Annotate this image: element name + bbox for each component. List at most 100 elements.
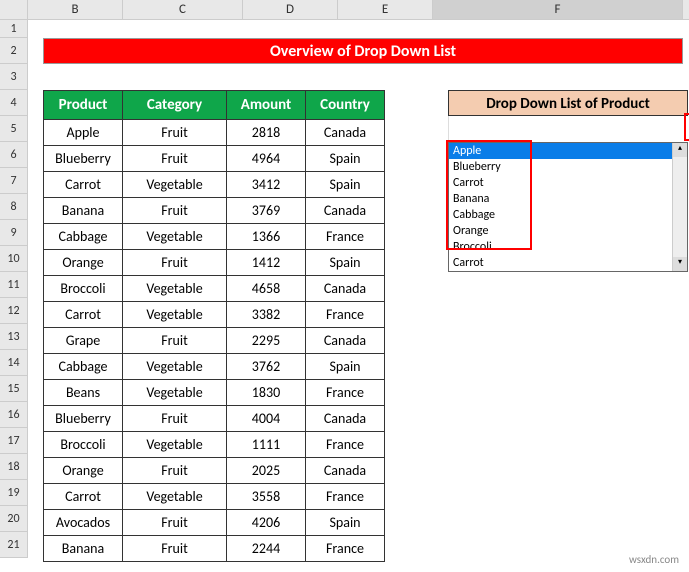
table-row[interactable]: BroccoliVegetable4658Canada xyxy=(44,276,385,302)
row-header[interactable]: 2 xyxy=(0,38,27,64)
cell-amount[interactable]: 4964 xyxy=(227,146,306,172)
cell-product[interactable]: Blueberry xyxy=(44,146,123,172)
table-row[interactable]: CarrotVegetable3558France xyxy=(44,484,385,510)
cell-product[interactable]: Avocados xyxy=(44,510,123,536)
table-row[interactable]: CarrotVegetable3412Spain xyxy=(44,172,385,198)
col-header[interactable]: D xyxy=(243,0,338,19)
dropdown-item[interactable]: Banana xyxy=(449,191,687,207)
cell-category[interactable]: Vegetable xyxy=(123,276,227,302)
cell-product[interactable]: Carrot xyxy=(44,484,123,510)
cell-country[interactable]: Canada xyxy=(306,276,385,302)
cell-product[interactable]: Carrot xyxy=(44,302,123,328)
cell-category[interactable]: Fruit xyxy=(123,328,227,354)
cell-amount[interactable]: 3412 xyxy=(227,172,306,198)
row-header[interactable]: 5 xyxy=(0,116,27,142)
row-header[interactable]: 6 xyxy=(0,142,27,168)
row-header[interactable]: 7 xyxy=(0,168,27,194)
cell-category[interactable]: Fruit xyxy=(123,146,227,172)
cell-amount[interactable]: 1412 xyxy=(227,250,306,276)
cell-product[interactable]: Beans xyxy=(44,380,123,406)
scroll-up-icon[interactable]: ▴ xyxy=(673,143,687,157)
cell-country[interactable]: France xyxy=(306,380,385,406)
cell-product[interactable]: Banana xyxy=(44,198,123,224)
cell-country[interactable]: Spain xyxy=(306,250,385,276)
row-header[interactable]: 3 xyxy=(0,64,27,90)
cell-amount[interactable]: 3382 xyxy=(227,302,306,328)
cell-country[interactable]: Spain xyxy=(306,354,385,380)
cell-country[interactable]: France xyxy=(306,484,385,510)
cell-country[interactable]: Spain xyxy=(306,146,385,172)
cell-product[interactable]: Apple xyxy=(44,120,123,146)
cell-amount[interactable]: 3769 xyxy=(227,198,306,224)
cell-category[interactable]: Vegetable xyxy=(123,224,227,250)
row-header[interactable]: 4 xyxy=(0,90,27,116)
dropdown-item[interactable]: Apple xyxy=(449,143,687,159)
cell-product[interactable]: Orange xyxy=(44,250,123,276)
cell-category[interactable]: Fruit xyxy=(123,406,227,432)
cell-amount[interactable]: 1366 xyxy=(227,224,306,250)
row-header[interactable]: 21 xyxy=(0,532,27,558)
cell-category[interactable]: Fruit xyxy=(123,198,227,224)
cell-amount[interactable]: 4004 xyxy=(227,406,306,432)
table-row[interactable]: BlueberryFruit4964Spain xyxy=(44,146,385,172)
cell-country[interactable]: Spain xyxy=(306,172,385,198)
cell-amount[interactable]: 1830 xyxy=(227,380,306,406)
cell-category[interactable]: Vegetable xyxy=(123,432,227,458)
dropdown-item[interactable]: Cabbage xyxy=(449,207,687,223)
cell-amount[interactable]: 2295 xyxy=(227,328,306,354)
cell-product[interactable]: Cabbage xyxy=(44,354,123,380)
row-header[interactable]: 8 xyxy=(0,194,27,220)
row-header[interactable]: 17 xyxy=(0,428,27,454)
table-row[interactable]: AppleFruit2818Canada xyxy=(44,120,385,146)
cell-country[interactable]: France xyxy=(306,432,385,458)
dropdown-cell[interactable] xyxy=(448,116,688,142)
cell-product[interactable]: Carrot xyxy=(44,172,123,198)
cell-country[interactable]: France xyxy=(306,536,385,562)
table-row[interactable]: OrangeFruit1412Spain xyxy=(44,250,385,276)
col-header[interactable]: C xyxy=(123,0,243,19)
table-row[interactable]: BananaFruit2244France xyxy=(44,536,385,562)
cell-country[interactable]: Canada xyxy=(306,120,385,146)
cell-product[interactable]: Banana xyxy=(44,536,123,562)
cell-category[interactable]: Fruit xyxy=(123,458,227,484)
dropdown-scrollbar[interactable]: ▴ ▾ xyxy=(672,143,687,271)
cell-product[interactable]: Orange xyxy=(44,458,123,484)
cell-category[interactable]: Vegetable xyxy=(123,302,227,328)
row-header[interactable]: 1 xyxy=(0,20,27,38)
cell-amount[interactable]: 2244 xyxy=(227,536,306,562)
table-row[interactable]: BananaFruit3769Canada xyxy=(44,198,385,224)
cell-amount[interactable]: 2025 xyxy=(227,458,306,484)
cell-country[interactable]: France xyxy=(306,302,385,328)
row-header[interactable]: 18 xyxy=(0,454,27,480)
dropdown-item[interactable]: Blueberry xyxy=(449,159,687,175)
cell-country[interactable]: Canada xyxy=(306,328,385,354)
row-header[interactable]: 14 xyxy=(0,350,27,376)
row-header[interactable]: 15 xyxy=(0,376,27,402)
dropdown-item[interactable]: Broccoli xyxy=(449,239,687,255)
cell-category[interactable]: Vegetable xyxy=(123,380,227,406)
cell-product[interactable]: Broccoli xyxy=(44,432,123,458)
cell-category[interactable]: Vegetable xyxy=(123,484,227,510)
table-row[interactable]: CabbageVegetable1366France xyxy=(44,224,385,250)
cell-country[interactable]: Spain xyxy=(306,510,385,536)
table-row[interactable]: OrangeFruit2025Canada xyxy=(44,458,385,484)
col-header[interactable]: B xyxy=(28,0,123,19)
row-header[interactable]: 13 xyxy=(0,324,27,350)
cell-category[interactable]: Vegetable xyxy=(123,172,227,198)
select-all[interactable] xyxy=(0,0,28,19)
cell-category[interactable]: Vegetable xyxy=(123,354,227,380)
row-header[interactable]: 11 xyxy=(0,272,27,298)
table-row[interactable]: CarrotVegetable3382France xyxy=(44,302,385,328)
cell-amount[interactable]: 2818 xyxy=(227,120,306,146)
cell-category[interactable]: Fruit xyxy=(123,250,227,276)
cell-product[interactable]: Cabbage xyxy=(44,224,123,250)
cell-country[interactable]: Canada xyxy=(306,406,385,432)
row-header[interactable]: 12 xyxy=(0,298,27,324)
cell-amount[interactable]: 3762 xyxy=(227,354,306,380)
cell-category[interactable]: Fruit xyxy=(123,536,227,562)
row-header[interactable]: 16 xyxy=(0,402,27,428)
table-row[interactable]: BroccoliVegetable1111France xyxy=(44,432,385,458)
table-row[interactable]: GrapeFruit2295Canada xyxy=(44,328,385,354)
row-header[interactable]: 19 xyxy=(0,480,27,506)
cell-category[interactable]: Fruit xyxy=(123,120,227,146)
